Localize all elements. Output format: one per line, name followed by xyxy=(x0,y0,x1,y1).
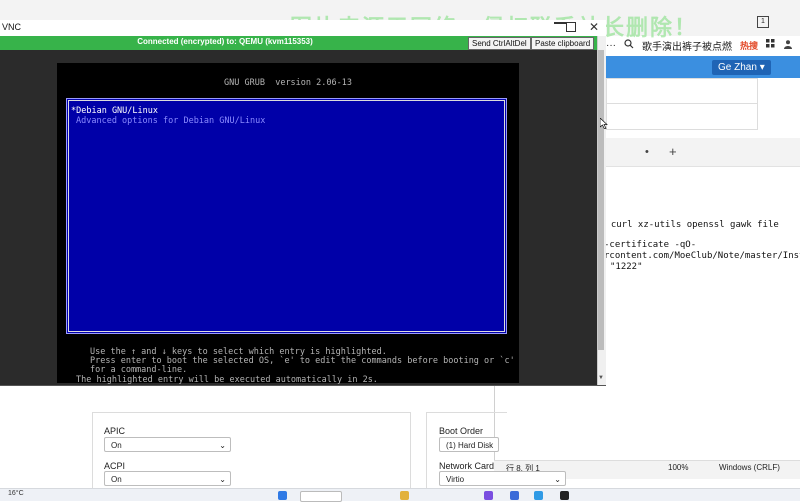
acpi-select[interactable]: On ⌄ xyxy=(104,471,231,486)
network-card-select[interactable]: Virtio ⌄ xyxy=(439,471,566,486)
boot-order-select[interactable]: (1) Hard Disk xyxy=(439,437,499,452)
minimize-icon[interactable] xyxy=(554,22,566,24)
scroll-down-icon[interactable]: ▼ xyxy=(598,375,604,381)
app-icon[interactable] xyxy=(484,491,493,500)
chevron-down-icon: ⌄ xyxy=(554,475,561,484)
user-menu-button[interactable]: Ge Zhan ▾ xyxy=(712,60,771,75)
acpi-value: On xyxy=(111,475,122,484)
network-card-label: Network Card xyxy=(439,461,495,471)
vnc-title-bar[interactable] xyxy=(0,20,606,37)
connection-status: Connected (encrypted) to: QEMU (kvm11535… xyxy=(137,37,313,46)
boot-order-value: (1) Hard Disk xyxy=(446,441,494,450)
network-card-value: Virtio xyxy=(446,475,465,484)
editor-line[interactable]: t curl xz-utils openssl gawk file xyxy=(600,220,779,230)
send-ctrl-alt-del-button[interactable]: Send CtrlAltDel xyxy=(468,37,531,50)
taskbar-search-icon[interactable] xyxy=(300,491,342,502)
paste-clipboard-button[interactable]: Paste clipboard xyxy=(531,37,595,50)
mouse-pointer-icon xyxy=(599,117,608,131)
editor-line[interactable]: "1222" xyxy=(610,262,643,272)
new-tab-button[interactable]: + xyxy=(669,144,677,159)
grub-boot-menu xyxy=(68,100,505,332)
grub-version-header: GNU GRUB version 2.06-13 xyxy=(224,78,352,88)
maximize-icon[interactable] xyxy=(566,22,576,32)
editor-line[interactable]: -certificate -qO- xyxy=(604,240,696,250)
zoom-level[interactable]: 100% xyxy=(668,463,688,472)
chevron-down-icon: ⌄ xyxy=(219,441,226,450)
app-icon[interactable] xyxy=(510,491,519,500)
apic-value: On xyxy=(111,441,122,450)
boot-entry-debian[interactable]: *Debian GNU/Linux xyxy=(71,106,158,116)
search-icon[interactable] xyxy=(624,38,634,52)
page-panel xyxy=(606,78,758,130)
scrollbar-thumb[interactable] xyxy=(598,50,604,350)
acpi-label: ACPI xyxy=(104,461,126,471)
edge-icon[interactable] xyxy=(534,491,543,500)
grub-countdown-text: The highlighted entry will be executed a… xyxy=(76,375,378,385)
apic-label: APIC xyxy=(104,426,126,436)
panel-row xyxy=(607,79,757,104)
close-icon[interactable]: ✕ xyxy=(589,20,599,34)
line-ending[interactable]: Windows (CRLF) xyxy=(719,463,780,472)
site-header-bar xyxy=(606,56,800,78)
vnc-window-title: VNC xyxy=(2,22,22,32)
weather-temperature[interactable]: 16°C xyxy=(8,490,24,497)
more-menu-icon[interactable]: ··· xyxy=(606,40,616,51)
browser-extension-row: ··· 歌手演出裤子被点燃 热搜 xyxy=(606,36,800,54)
boot-order-label: Boot Order xyxy=(439,426,484,436)
apps-grid-icon[interactable] xyxy=(766,39,775,51)
sidebar-toggle-icon[interactable]: 1 xyxy=(757,16,769,28)
file-explorer-icon[interactable] xyxy=(400,491,409,500)
terminal-icon[interactable] xyxy=(560,491,569,500)
news-headline-link[interactable]: 歌手演出裤子被点燃 xyxy=(642,38,732,53)
chevron-down-icon: ⌄ xyxy=(219,475,226,484)
start-icon[interactable] xyxy=(278,491,287,500)
apic-select[interactable]: On ⌄ xyxy=(104,437,231,452)
boot-entry-advanced-options[interactable]: Advanced options for Debian GNU/Linux xyxy=(76,116,265,126)
editor-line[interactable]: rcontent.com/MoeClub/Note/master/Install… xyxy=(604,251,800,261)
panel-row xyxy=(607,104,757,128)
profile-icon[interactable] xyxy=(783,39,793,52)
grub-help-text: for a command-line. xyxy=(90,365,188,375)
unsaved-dot-icon: • xyxy=(645,146,649,158)
hot-search-badge: 热搜 xyxy=(740,40,759,51)
